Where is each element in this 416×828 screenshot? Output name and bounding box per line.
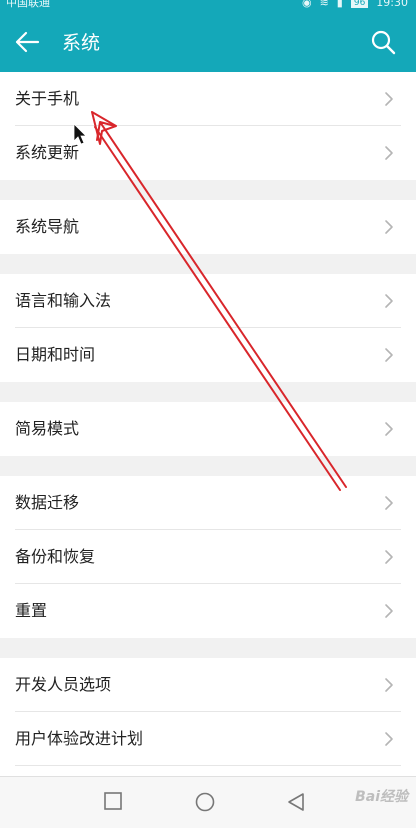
settings-item-label: 系统导航: [15, 217, 80, 236]
battery-indicator: 96: [350, 0, 369, 8]
circle-icon[interactable]: [195, 792, 215, 812]
settings-item[interactable]: 系统更新: [0, 126, 416, 180]
chevron-right-icon: [385, 294, 393, 308]
settings-item-label: 重置: [15, 601, 48, 620]
search-icon[interactable]: [370, 29, 396, 55]
settings-item-label: 用户体验改进计划: [15, 729, 144, 748]
navigation-bar: [0, 776, 416, 828]
settings-item-label: 数据迁移: [15, 493, 80, 512]
settings-item-label: 系统更新: [15, 143, 80, 162]
settings-item[interactable]: 系统导航: [0, 200, 416, 254]
chevron-right-icon: [385, 678, 393, 692]
page-title: 系统: [62, 32, 101, 54]
settings-item[interactable]: 备份和恢复: [0, 530, 416, 584]
settings-item[interactable]: 开发人员选项: [0, 658, 416, 712]
chevron-right-icon: [385, 92, 393, 106]
chevron-right-icon: [385, 550, 393, 564]
group-separator: [0, 254, 416, 274]
settings-item[interactable]: 数据迁移: [0, 476, 416, 530]
status-icons: ◉ ≋ ▮ 96 19:30: [302, 0, 408, 8]
eye-icon: ◉: [301, 0, 312, 9]
chevron-right-icon: [385, 220, 393, 234]
square-icon[interactable]: [104, 792, 122, 810]
settings-group: 系统导航: [0, 200, 416, 254]
settings-item-label: 日期和时间: [15, 345, 96, 364]
settings-item[interactable]: 用户体验改进计划: [0, 712, 416, 766]
chevron-right-icon: [385, 604, 393, 618]
settings-item[interactable]: 关于手机: [0, 72, 416, 126]
arrow-left-icon[interactable]: [14, 30, 40, 54]
settings-group: 数据迁移备份和恢复重置: [0, 476, 416, 638]
settings-item[interactable]: 简易模式: [0, 402, 416, 456]
carrier-name: 中国联通: [6, 0, 50, 9]
settings-item-label: 简易模式: [15, 419, 80, 438]
chevron-right-icon: [385, 732, 393, 746]
clock: 19:30: [376, 0, 408, 9]
wifi-icon: ≋: [319, 0, 329, 9]
settings-item[interactable]: 日期和时间: [0, 328, 416, 382]
chevron-right-icon: [385, 348, 393, 362]
settings-item[interactable]: 重置: [0, 584, 416, 638]
chevron-right-icon: [385, 422, 393, 436]
settings-group: 关于手机 系统更新: [0, 72, 416, 180]
settings-item[interactable]: 语言和输入法: [0, 274, 416, 328]
settings-item-label: 开发人员选项: [15, 675, 112, 694]
settings-list: 关于手机系统更新系统导航语言和输入法 日期和时间简易模式数据迁移备份和恢复重置开发…: [0, 72, 416, 820]
status-bar: 中国联通 ◉ ≋ ▮ 96 19:30: [0, 0, 416, 12]
settings-item-label: 语言和输入法: [15, 291, 112, 310]
signal-icon: ▮: [336, 0, 343, 9]
watermark: Bai经验: [355, 789, 408, 805]
group-separator: [0, 638, 416, 658]
settings-item-label: 备份和恢复: [15, 547, 96, 566]
settings-group: 语言和输入法 日期和时间: [0, 274, 416, 382]
group-separator: [0, 382, 416, 402]
group-separator: [0, 180, 416, 200]
group-separator: [0, 456, 416, 476]
chevron-right-icon: [385, 146, 393, 160]
app-bar: 系统: [0, 12, 416, 72]
settings-item-label: 关于手机: [15, 89, 80, 108]
triangle-back-icon[interactable]: [287, 792, 305, 812]
settings-group: 简易模式: [0, 402, 416, 456]
chevron-right-icon: [385, 496, 393, 510]
